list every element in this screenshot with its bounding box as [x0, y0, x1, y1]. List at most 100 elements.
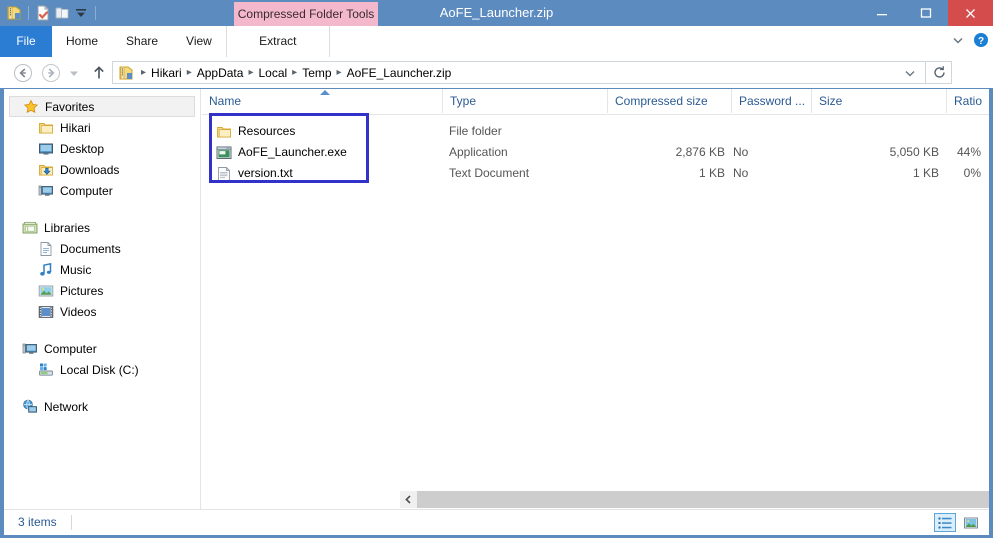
- sidebar-item-label: Computer: [60, 183, 113, 198]
- status-bar: 3 items: [4, 509, 989, 535]
- file-size-cell: 1 KB: [912, 166, 939, 180]
- properties-icon[interactable]: [35, 5, 51, 21]
- column-header-size[interactable]: Size: [811, 89, 946, 113]
- column-header-ratio[interactable]: Ratio: [946, 89, 989, 113]
- sidebar-item-label: Favorites: [45, 99, 95, 114]
- file-size-cell: 5,050 KB: [889, 145, 939, 159]
- help-icon[interactable]: ?: [973, 32, 989, 51]
- item-count-label: 3 items: [18, 515, 57, 529]
- file-type-cell: Text Document: [449, 166, 530, 180]
- tab-share[interactable]: Share: [112, 26, 172, 57]
- sidebar-item-label: Local Disk (C:): [60, 362, 139, 377]
- new-folder-icon[interactable]: [54, 5, 70, 21]
- horizontal-scrollbar[interactable]: [400, 491, 989, 508]
- table-row[interactable]: version.txt Text Document 1 KB No 1 KB 0…: [202, 163, 989, 184]
- harddisk-icon: [38, 362, 54, 378]
- column-header-name[interactable]: Name: [202, 89, 442, 113]
- contextual-tab-header: Compressed Folder Tools: [234, 2, 378, 27]
- text-document-icon: [216, 166, 232, 182]
- table-row[interactable]: AoFE_Launcher.exe Application 2,876 KB N…: [202, 142, 989, 163]
- file-ratio-cell: [939, 121, 981, 142]
- sidebar-item-hikari[interactable]: Hikari: [4, 117, 200, 138]
- file-type-cell: Application: [449, 145, 508, 159]
- tab-home[interactable]: Home: [52, 26, 112, 57]
- breadcrumb-item-archive[interactable]: AoFE_Launcher.zip: [345, 66, 454, 80]
- address-dropdown-icon[interactable]: [899, 61, 921, 84]
- details-view-button[interactable]: [934, 513, 956, 532]
- navigation-pane[interactable]: Favorites Hikari Desktop Downloads Compu…: [4, 89, 201, 509]
- thumbnail-view-button[interactable]: [960, 513, 982, 532]
- forward-button[interactable]: [40, 62, 62, 84]
- sidebar-item-pictures[interactable]: Pictures: [4, 280, 200, 301]
- up-button[interactable]: [88, 62, 110, 84]
- file-list-view[interactable]: Name Type Compressed size Password ... S…: [202, 89, 989, 509]
- sidebar-item-label: Libraries: [44, 220, 91, 235]
- file-compressed-size-cell: 2,876 KB: [675, 145, 725, 159]
- column-headers: Name Type Compressed size Password ... S…: [202, 89, 989, 115]
- breadcrumb-separator[interactable]: ▸: [184, 67, 195, 78]
- sidebar-item-network[interactable]: Network: [4, 396, 200, 417]
- sidebar-item-desktop[interactable]: Desktop: [4, 138, 200, 159]
- file-compressed-size-cell: [607, 121, 725, 142]
- sidebar-item-documents[interactable]: Documents: [4, 238, 200, 259]
- refresh-icon[interactable]: [925, 61, 952, 84]
- breadcrumb-item-hikari[interactable]: Hikari: [149, 66, 184, 80]
- sidebar-item-downloads[interactable]: Downloads: [4, 159, 200, 180]
- close-button[interactable]: [948, 0, 993, 26]
- breadcrumb-separator[interactable]: ▸: [334, 67, 345, 78]
- videos-icon: [38, 304, 54, 320]
- sidebar-item-label: Network: [44, 399, 89, 414]
- explorer-body: Favorites Hikari Desktop Downloads Compu…: [4, 89, 989, 509]
- address-bar: ▸ Hikari ▸ AppData ▸ Local ▸ Temp ▸ AoFE…: [0, 58, 993, 88]
- scrollbar-thumb[interactable]: [417, 491, 989, 508]
- minimize-ribbon-icon[interactable]: [951, 33, 965, 50]
- status-divider: [71, 515, 72, 530]
- tab-file[interactable]: File: [0, 26, 52, 57]
- column-header-password[interactable]: Password ...: [731, 89, 811, 113]
- tab-view[interactable]: View: [172, 26, 226, 57]
- minimize-button[interactable]: [860, 0, 904, 26]
- sidebar-item-music[interactable]: Music: [4, 259, 200, 280]
- ribbon-tab-bar: File Home Share View Extract ?: [0, 26, 993, 84]
- file-password-cell: No: [733, 145, 749, 159]
- sidebar-item-favorites[interactable]: Favorites: [9, 96, 195, 117]
- file-name-cell[interactable]: AoFE_Launcher.exe: [216, 142, 442, 163]
- computer-icon: [38, 183, 54, 199]
- file-explorer-window: AoFE_Launcher.zip Compressed Folder Tool…: [0, 0, 993, 538]
- qat-separator-2: [95, 6, 96, 20]
- ribbon-right-controls: ?: [951, 26, 989, 57]
- computer-icon: [22, 341, 38, 357]
- scroll-left-icon[interactable]: [400, 491, 417, 508]
- breadcrumb-item-appdata[interactable]: AppData: [195, 66, 246, 80]
- recent-locations-button[interactable]: [66, 62, 82, 84]
- sidebar-item-label: Hikari: [60, 120, 91, 135]
- customize-qat-dropdown-icon[interactable]: [73, 5, 89, 21]
- address-path-field[interactable]: ▸ Hikari ▸ AppData ▸ Local ▸ Temp ▸ AoFE…: [112, 61, 952, 84]
- sidebar-item-videos[interactable]: Videos: [4, 301, 200, 322]
- breadcrumb-item-local[interactable]: Local: [256, 66, 289, 80]
- sidebar-item-computer-fav[interactable]: Computer: [4, 180, 200, 201]
- libraries-icon: [22, 220, 38, 236]
- breadcrumb-separator[interactable]: ▸: [245, 67, 256, 78]
- breadcrumb-item-temp[interactable]: Temp: [300, 66, 333, 80]
- file-name-cell[interactable]: version.txt: [216, 163, 442, 184]
- breadcrumb-separator[interactable]: ▸: [138, 67, 149, 78]
- sidebar-item-local-disk-c[interactable]: Local Disk (C:): [4, 359, 200, 380]
- file-name-cell[interactable]: Resources: [216, 121, 442, 142]
- breadcrumb-separator[interactable]: ▸: [289, 67, 300, 78]
- sidebar-item-computer[interactable]: Computer: [4, 338, 200, 359]
- qat-separator: [28, 6, 29, 20]
- maximize-button[interactable]: [904, 0, 948, 26]
- tab-extract[interactable]: Extract: [225, 26, 330, 57]
- back-button[interactable]: [12, 62, 34, 84]
- sidebar-item-label: Computer: [44, 341, 97, 356]
- column-header-compressed-size[interactable]: Compressed size: [607, 89, 731, 113]
- star-icon: [23, 99, 39, 115]
- document-icon: [38, 241, 54, 257]
- table-row[interactable]: Resources File folder: [202, 121, 989, 142]
- sidebar-item-libraries[interactable]: Libraries: [4, 217, 200, 238]
- column-header-type[interactable]: Type: [442, 89, 607, 113]
- zip-archive-icon[interactable]: [6, 5, 22, 21]
